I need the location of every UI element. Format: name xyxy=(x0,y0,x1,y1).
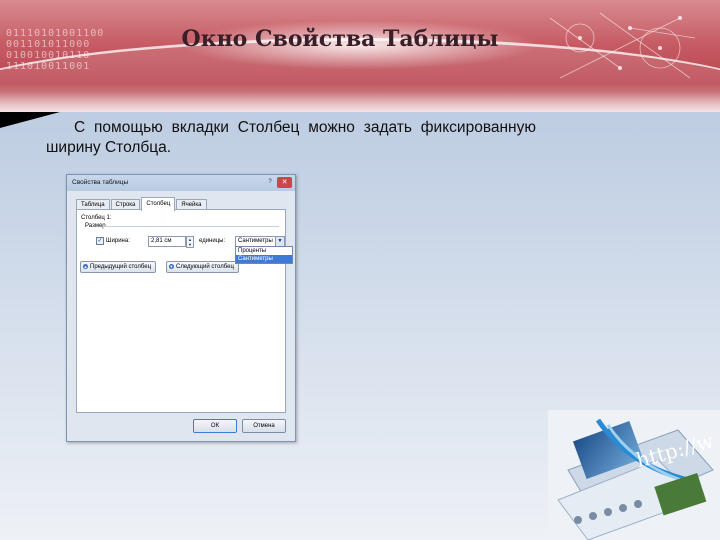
units-option-cm[interactable]: Сантиметры xyxy=(236,255,292,263)
units-dropdown-list: Проценты Сантиметры xyxy=(235,246,293,264)
width-spinner[interactable]: ▲ ▼ xyxy=(186,236,194,248)
browser-collage-graphic: http://w xyxy=(548,410,720,540)
body-text: С помощью вкладки Столбец можно задать ф… xyxy=(46,119,536,156)
next-column-button[interactable]: ▼ Следующий столбец xyxy=(166,261,239,273)
width-checkbox[interactable]: ✓ xyxy=(96,237,104,245)
dialog-titlebar: Свойства таблицы ? ✕ xyxy=(67,175,295,191)
table-properties-dialog: Свойства таблицы ? ✕ Таблица Строка Стол… xyxy=(66,174,296,442)
prev-column-button[interactable]: ▲ Предыдущий столбец xyxy=(80,261,157,273)
next-column-label: Следующий столбец xyxy=(176,264,234,270)
dialog-title: Свойства таблицы xyxy=(72,179,129,186)
close-button[interactable]: ✕ xyxy=(277,177,292,188)
units-option-percent[interactable]: Проценты xyxy=(236,247,292,255)
banner-strip xyxy=(0,92,720,112)
header-banner: 01110101001100 001101011000 010010010110… xyxy=(0,0,720,112)
arrow-up-icon: ▲ xyxy=(83,263,88,269)
help-button[interactable]: ? xyxy=(265,178,275,187)
width-label: Ширина: xyxy=(106,238,130,244)
dialog-tabs: Таблица Строка Столбец Ячейка xyxy=(76,197,208,211)
width-input[interactable]: 2,81 см xyxy=(148,236,186,247)
internet-illustration: http://w xyxy=(548,410,720,540)
column-label: Столбец 1: xyxy=(81,215,112,221)
ok-button[interactable]: ОК xyxy=(193,419,237,433)
units-select-value: Сантиметры xyxy=(238,238,273,244)
group-divider xyxy=(103,226,279,227)
units-label: единицы: xyxy=(199,238,226,244)
arrow-down-icon: ▼ xyxy=(169,263,174,269)
chevron-down-icon[interactable]: ▼ xyxy=(275,237,284,246)
tab-column[interactable]: Столбец xyxy=(141,197,176,211)
cancel-button[interactable]: Отмена xyxy=(242,419,286,433)
slide-title: Окно Свойства Таблицы xyxy=(181,26,499,52)
prev-column-label: Предыдущий столбец xyxy=(90,264,152,270)
column-tab-panel: Столбец 1: Размер ✓ Ширина: 2,81 см ▲ ▼ е… xyxy=(76,209,293,413)
